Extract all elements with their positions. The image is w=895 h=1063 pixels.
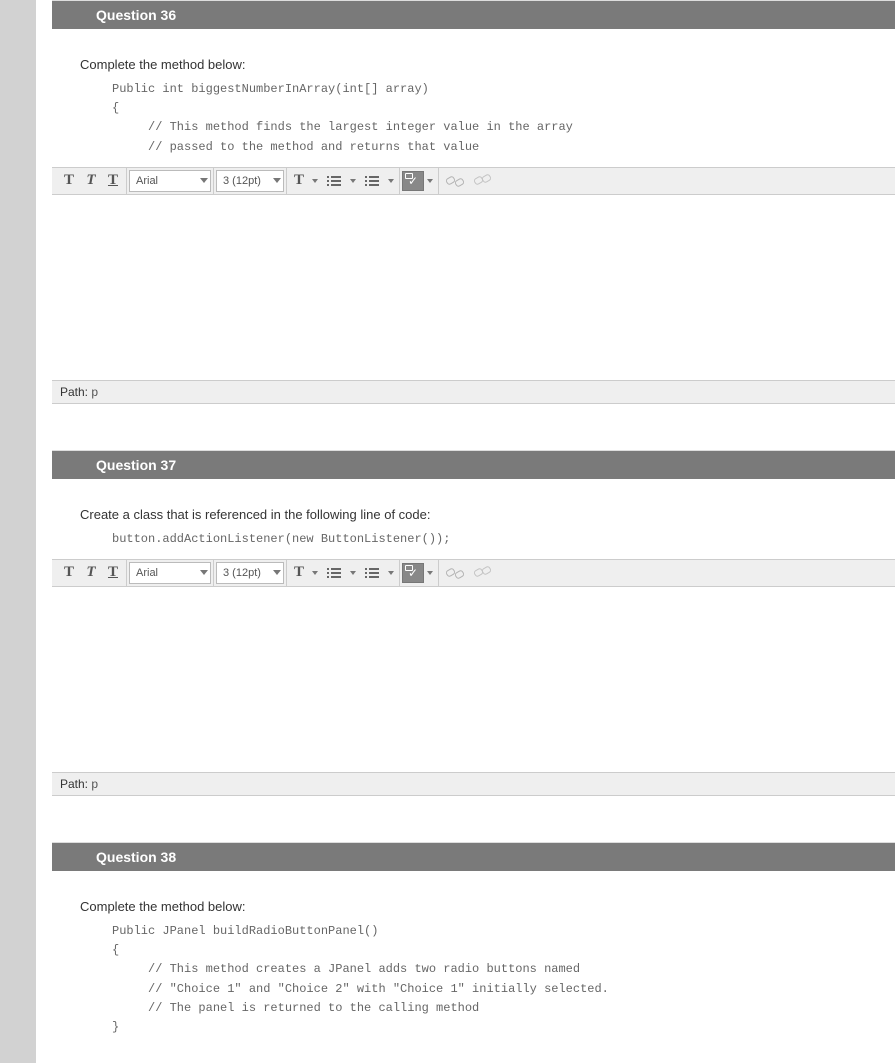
spacer (72, 404, 875, 434)
check-icon: ✓ (402, 563, 424, 583)
editor-textarea[interactable] (52, 587, 895, 773)
chevron-down-icon (350, 571, 356, 575)
question-block: Question 36 Complete the method below: Pub… (52, 0, 895, 442)
text-color-icon: T (289, 169, 309, 193)
numbered-list-button[interactable] (359, 169, 397, 193)
chevron-down-icon (427, 179, 433, 183)
question-body: Complete the method below: Public JPanel … (52, 871, 895, 1055)
editor-path-bar: Path: p (52, 381, 895, 404)
font-family-value: Arial (136, 175, 158, 187)
chevron-down-icon (273, 178, 281, 183)
chevron-down-icon (200, 178, 208, 183)
link-icon (446, 566, 464, 580)
font-family-select[interactable]: Arial (129, 170, 211, 192)
question-body: Create a class that is referenced in the… (52, 479, 895, 834)
question-prompt: Create a class that is referenced in the… (72, 507, 875, 522)
content-column: Question 36 Complete the method below: Pub… (52, 0, 895, 1063)
link-group (439, 560, 499, 586)
chevron-down-icon (388, 571, 394, 575)
chevron-down-icon (200, 570, 208, 575)
bulleted-list-icon (326, 174, 342, 188)
check-group: ✓ (400, 168, 439, 194)
path-label: Path: (60, 777, 88, 791)
editor-textarea[interactable] (52, 195, 895, 381)
question-header: Question 36 (52, 1, 895, 29)
unlink-icon (474, 174, 492, 188)
font-size-value: 3 (12pt) (223, 175, 261, 187)
path-label: Path: (60, 385, 88, 399)
italic-button[interactable]: T (80, 561, 102, 585)
font-family-select[interactable]: Arial (129, 562, 211, 584)
question-block: Question 37 Create a class that is refere… (52, 450, 895, 834)
unlink-button[interactable] (469, 561, 497, 585)
bulleted-list-button[interactable] (321, 561, 359, 585)
text-color-icon: T (289, 561, 309, 585)
chevron-down-icon (312, 571, 318, 575)
spellcheck-button[interactable]: ✓ (402, 171, 436, 191)
format-group: T T T (56, 168, 127, 194)
code-block: Public JPanel buildRadioButtonPanel() { … (72, 918, 875, 1047)
check-icon: ✓ (402, 171, 424, 191)
spacer (72, 796, 875, 826)
chevron-down-icon (427, 571, 433, 575)
text-color-button[interactable]: T (289, 169, 321, 193)
chevron-down-icon (273, 570, 281, 575)
font-group: Arial (127, 560, 214, 586)
editor-toolbar: T T T Arial 3 (12pt) T (52, 559, 895, 587)
question-header: Question 37 (52, 451, 895, 479)
size-group: 3 (12pt) (214, 560, 287, 586)
question-prompt: Complete the method below: (72, 57, 875, 72)
question-prompt: Complete the method below: (72, 899, 875, 914)
numbered-list-button[interactable] (359, 561, 397, 585)
underline-button[interactable]: T (102, 169, 124, 193)
chevron-down-icon (312, 179, 318, 183)
color-list-group: T (287, 168, 400, 194)
unlink-button[interactable] (469, 169, 497, 193)
link-group (439, 168, 499, 194)
editor-toolbar: T T T Arial 3 (12pt) T (52, 167, 895, 195)
text-color-button[interactable]: T (289, 561, 321, 585)
bold-button[interactable]: T (58, 169, 80, 193)
underline-button[interactable]: T (102, 561, 124, 585)
link-button[interactable] (441, 169, 469, 193)
numbered-list-icon (364, 566, 380, 580)
bulleted-list-button[interactable] (321, 169, 359, 193)
left-gutter (0, 0, 36, 1063)
font-size-value: 3 (12pt) (223, 567, 261, 579)
editor-wrap: T T T Arial 3 (12pt) T (52, 167, 895, 404)
bulleted-list-icon (326, 566, 342, 580)
editor-path-bar: Path: p (52, 773, 895, 796)
unlink-icon (474, 566, 492, 580)
bold-button[interactable]: T (58, 561, 80, 585)
question-body: Complete the method below: Public int big… (52, 29, 895, 442)
page: Question 36 Complete the method below: Pub… (0, 0, 895, 1063)
question-header: Question 38 (52, 843, 895, 871)
chevron-down-icon (388, 179, 394, 183)
editor-wrap: T T T Arial 3 (12pt) T (52, 559, 895, 796)
font-family-value: Arial (136, 567, 158, 579)
chevron-down-icon (350, 179, 356, 183)
font-size-select[interactable]: 3 (12pt) (216, 562, 284, 584)
spellcheck-button[interactable]: ✓ (402, 563, 436, 583)
question-block: Question 38 Complete the method below: Pub… (52, 842, 895, 1055)
code-block: Public int biggestNumberInArray(int[] ar… (72, 76, 875, 167)
color-list-group: T (287, 560, 400, 586)
code-block: button.addActionListener(new ButtonListe… (72, 526, 875, 559)
numbered-list-icon (364, 174, 380, 188)
check-group: ✓ (400, 560, 439, 586)
font-size-select[interactable]: 3 (12pt) (216, 170, 284, 192)
size-group: 3 (12pt) (214, 168, 287, 194)
path-value: p (91, 777, 98, 791)
format-group: T T T (56, 560, 127, 586)
link-button[interactable] (441, 561, 469, 585)
gutter-gap (36, 0, 52, 1063)
italic-button[interactable]: T (80, 169, 102, 193)
path-value: p (91, 385, 98, 399)
font-group: Arial (127, 168, 214, 194)
link-icon (446, 174, 464, 188)
